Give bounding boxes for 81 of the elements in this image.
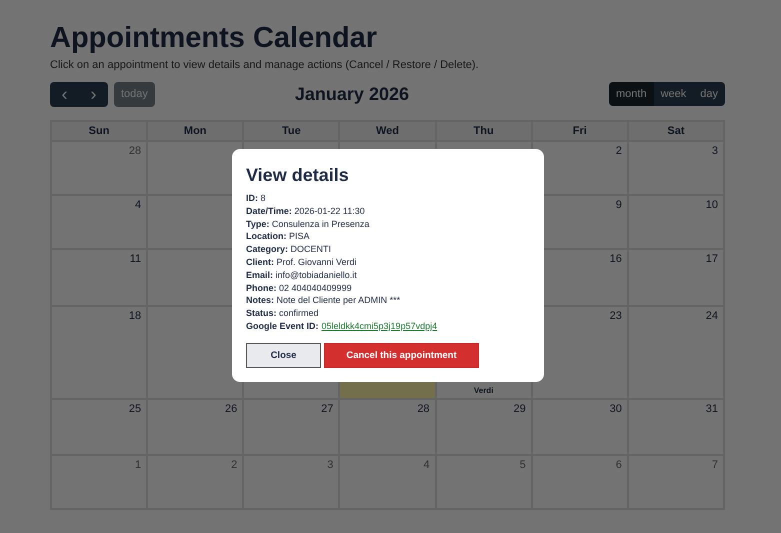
day-cell[interactable]: 6 xyxy=(532,455,628,509)
day-number: 28 xyxy=(128,145,142,157)
day-cell[interactable]: 29 xyxy=(436,399,532,455)
day-cell[interactable]: 28 xyxy=(339,399,436,455)
page-title: Appointments Calendar xyxy=(50,22,378,55)
day-number: 2 xyxy=(616,145,622,157)
detail-line: Client: Prof. Giovanni Verdi xyxy=(246,256,358,269)
day-cell[interactable]: 27 xyxy=(243,399,340,455)
detail-line: Notes: Note del Cliente per ADMIN *** xyxy=(246,294,402,308)
day-number: 7 xyxy=(712,459,718,471)
day-cell[interactable]: 17 xyxy=(628,249,724,306)
previous-button[interactable]: ‹ xyxy=(50,82,79,106)
day-number: 2 xyxy=(231,459,238,471)
day-cell[interactable]: 30 xyxy=(532,399,628,455)
detail-line: Category: DOCENTI xyxy=(246,243,332,256)
day-cell[interactable]: 2 xyxy=(147,455,244,509)
detail-line: Status: confirmed xyxy=(246,307,320,320)
next-button[interactable]: › xyxy=(79,82,108,106)
detail-line: Phone: 02 404040409999 xyxy=(246,282,353,294)
day-number: 25 xyxy=(128,403,142,415)
weekday-header: Wed xyxy=(339,121,436,141)
day-cell[interactable] xyxy=(147,306,244,399)
day-number: 27 xyxy=(321,403,334,415)
detail-line: ID: 8 xyxy=(246,192,267,205)
day-cell[interactable]: 4 xyxy=(51,195,148,249)
day-number: 16 xyxy=(610,253,622,265)
day-number: 6 xyxy=(616,459,622,471)
day-number: 10 xyxy=(706,199,718,211)
detail-line: Date/Time: 2026-01-22 11:30 xyxy=(246,204,366,218)
day-number: 5 xyxy=(520,459,526,471)
day-number: 18 xyxy=(128,310,142,322)
day-cell[interactable]: 31 xyxy=(628,399,724,455)
detail-line: Email: info@tobiadaniello.it xyxy=(246,268,358,282)
day-cell[interactable]: 1 xyxy=(51,455,148,509)
day-cell[interactable]: 18 xyxy=(51,306,148,399)
weekday-header: Sat xyxy=(628,121,724,141)
view-tab[interactable]: day xyxy=(693,82,725,106)
event-label[interactable]: Verdi xyxy=(474,386,494,395)
day-cell[interactable]: 10 xyxy=(628,195,724,249)
detail-line: Location: PISA xyxy=(246,230,311,244)
day-cell[interactable]: 28 xyxy=(51,141,148,195)
detail-label: Google Event ID: xyxy=(246,320,319,331)
day-number: 4 xyxy=(423,459,430,471)
day-number: 30 xyxy=(610,403,622,415)
day-cell[interactable]: 26 xyxy=(147,399,244,455)
weekday-header: Thu xyxy=(436,121,532,141)
detail-line: Type: Consulenza in Presenza xyxy=(246,218,370,230)
day-cell[interactable]: 4 xyxy=(339,455,436,509)
day-number: 3 xyxy=(327,459,334,471)
period-title: January 2026 xyxy=(294,84,409,104)
view-tab[interactable]: month xyxy=(608,82,654,106)
day-cell[interactable] xyxy=(147,141,244,195)
day-number: 26 xyxy=(225,403,238,415)
day-cell[interactable]: 5 xyxy=(436,455,532,509)
day-cell[interactable]: 25 xyxy=(51,399,148,455)
weekday-header: Fri xyxy=(532,121,628,141)
day-cell[interactable]: 3 xyxy=(243,455,340,509)
view-tab[interactable]: week xyxy=(654,82,694,106)
weekday-header: Mon xyxy=(147,121,244,141)
day-number: 23 xyxy=(610,310,622,322)
day-cell[interactable]: 11 xyxy=(51,249,148,306)
day-number: 17 xyxy=(706,253,718,265)
weekday-header: Sun xyxy=(51,121,148,141)
day-number: 9 xyxy=(616,199,622,211)
dialog-title: View details xyxy=(246,165,350,186)
page-subtitle: Click on an appointment to view details and manage actions (Cancel / Restore / Delete). xyxy=(50,59,480,71)
day-number: 24 xyxy=(706,310,718,322)
day-cell[interactable]: 3 xyxy=(628,141,724,195)
day-number: 3 xyxy=(712,145,718,157)
day-cell[interactable]: 7 xyxy=(628,455,724,509)
event-id-link[interactable]: 05leldkk4cmi5p3j19p57vdpj4 xyxy=(322,320,438,331)
close-button[interactable]: Close xyxy=(246,342,321,368)
day-number: 4 xyxy=(135,199,142,211)
day-number: 29 xyxy=(513,403,526,415)
cancel-appointment-button[interactable]: Cancel this appointment xyxy=(324,342,479,368)
day-number: 31 xyxy=(706,403,718,415)
day-number: 11 xyxy=(130,253,142,265)
day-cell[interactable]: 24 xyxy=(628,306,724,399)
day-number: 28 xyxy=(417,403,430,415)
weekday-header: Tue xyxy=(243,121,340,141)
day-number: 1 xyxy=(135,459,142,471)
